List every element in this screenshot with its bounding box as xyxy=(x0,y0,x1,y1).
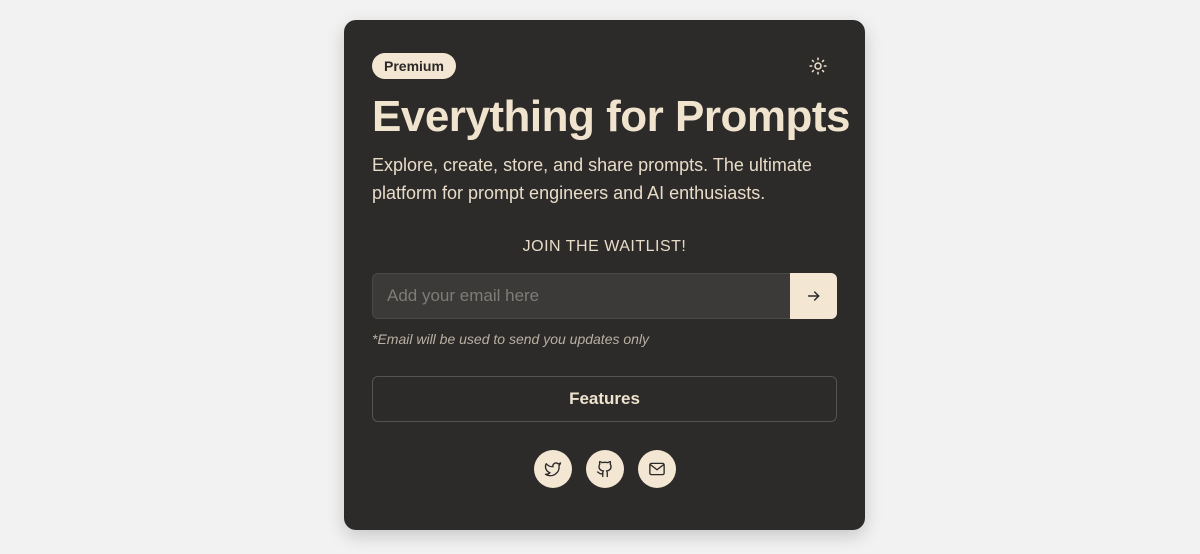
twitter-link[interactable] xyxy=(533,450,572,488)
premium-badge: Premium xyxy=(372,53,456,79)
waitlist-heading: JOIN THE WAITLIST! xyxy=(522,238,687,255)
mail-icon xyxy=(648,462,665,476)
submit-email-button[interactable] xyxy=(790,273,837,319)
mail-link[interactable] xyxy=(637,450,676,488)
github-icon xyxy=(596,460,612,478)
email-input[interactable] xyxy=(372,273,790,319)
page-title: Everything for Prompts xyxy=(372,92,850,141)
social-links xyxy=(372,450,837,488)
features-button[interactable]: Features xyxy=(372,376,837,422)
twitter-icon xyxy=(544,462,561,477)
card-header: Premium xyxy=(372,53,837,79)
email-form xyxy=(372,273,837,319)
sun-icon xyxy=(809,57,827,75)
email-disclaimer: *Email will be used to send you updates … xyxy=(372,331,650,347)
waitlist-card: Premium Everything for Prompts Explore, … xyxy=(344,20,865,530)
arrow-right-icon xyxy=(807,291,819,301)
theme-toggle-button[interactable] xyxy=(807,55,829,77)
page-subtitle: Explore, create, store, and share prompt… xyxy=(372,155,812,203)
github-link[interactable] xyxy=(585,450,624,488)
